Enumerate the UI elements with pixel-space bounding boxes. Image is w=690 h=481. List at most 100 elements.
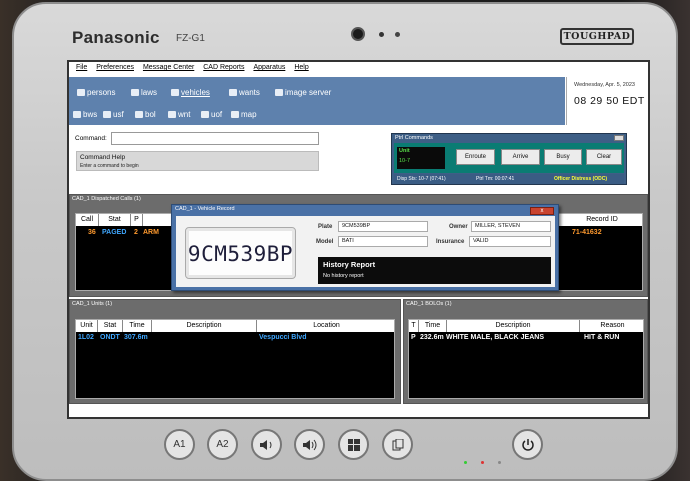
- table-header: T Time Description Reason: [409, 320, 643, 332]
- nav-wnt[interactable]: wnt: [168, 110, 190, 119]
- rotate-icon: [392, 438, 403, 451]
- col-time: Time: [123, 320, 152, 332]
- wnt-icon: [168, 111, 176, 118]
- officer-distress-button[interactable]: Officer Distress (ODC): [554, 176, 607, 182]
- unit-label: Unit: [399, 148, 410, 154]
- nav-bol[interactable]: bol: [135, 110, 156, 119]
- col-time: Time: [419, 320, 447, 332]
- vehicles-icon: [171, 89, 179, 96]
- col-unit: Unit: [76, 320, 98, 332]
- license-plate-text: 9CM539BP: [187, 242, 294, 266]
- toughpad-badge: TOUGHPAD: [560, 28, 634, 45]
- col-p: P: [131, 214, 143, 226]
- command-input[interactable]: [111, 132, 319, 145]
- a2-button[interactable]: A2: [207, 429, 238, 460]
- wireless-led-icon: [498, 461, 501, 464]
- volume-down-button[interactable]: [251, 429, 282, 460]
- table-header: Unit Stat Time Description Location: [76, 320, 394, 332]
- laws-icon: [131, 89, 139, 96]
- vehicle-record-window: CAD_1 - Vehicle Record x 9CM539BP Plate …: [171, 204, 559, 291]
- battery-led-icon: [464, 461, 467, 464]
- rotate-button[interactable]: [382, 429, 413, 460]
- vehicle-record-title: CAD_1 - Vehicle Record: [175, 206, 235, 212]
- power-button[interactable]: [512, 429, 543, 460]
- brand-logo: Panasonic: [72, 28, 160, 47]
- bol-icon: [135, 111, 143, 118]
- close-button[interactable]: x: [530, 207, 554, 215]
- units-table: Unit Stat Time Description Location 1L02…: [75, 319, 395, 399]
- table-row[interactable]: 1L02 ONDT 307.6m Vespucci Blvd: [76, 333, 394, 344]
- units-panel: CAD_1 Units (1) Unit Stat Time Descripti…: [69, 299, 401, 404]
- drive-led-icon: [481, 461, 484, 464]
- patrol-commands-window: Ptrl Commands Unit 10-7 Enroute Arrive B…: [391, 133, 627, 185]
- nav-map[interactable]: map: [231, 110, 257, 119]
- dispatched-calls-title: CAD_1 Dispatched Calls (1): [72, 196, 141, 202]
- menu-message-center[interactable]: Message Center: [143, 64, 194, 71]
- model-field[interactable]: BATI: [338, 236, 428, 247]
- nav-image-server[interactable]: image server: [275, 88, 331, 97]
- license-plate-image: 9CM539BP: [185, 227, 296, 279]
- power-icon: [521, 439, 534, 451]
- bws-icon: [73, 111, 81, 118]
- bolo-description: WHITE MALE, BLACK JEANS: [446, 334, 544, 341]
- enroute-button[interactable]: Enroute: [456, 149, 495, 165]
- model-field-label: Model: [316, 239, 334, 245]
- map-icon: [231, 111, 239, 118]
- call-priority: 2: [134, 229, 138, 236]
- plate-field[interactable]: 9CM539BP: [338, 221, 428, 232]
- col-t: T: [409, 320, 419, 332]
- units-title: CAD_1 Units (1): [72, 301, 113, 307]
- table-row[interactable]: P 232.6m WHITE MALE, BLACK JEANS HIT & R…: [409, 333, 643, 344]
- menu-bar: File Preferences Message Center CAD Repo…: [69, 64, 648, 78]
- col-description: Description: [152, 320, 257, 332]
- menu-apparatus[interactable]: Apparatus: [253, 64, 285, 71]
- col-stat: Stat: [99, 214, 131, 226]
- patrol-commands-body: Unit 10-7 Enroute Arrive Busy Clear: [394, 143, 624, 173]
- bolo-reason: HIT & RUN: [584, 334, 620, 341]
- nav-bws[interactable]: bws: [73, 110, 97, 119]
- date-text: Wednesday, Apr. 5, 2023: [574, 82, 635, 88]
- record-id: 71-41632: [572, 229, 602, 236]
- plate-label: Plate: [318, 224, 333, 230]
- menu-help[interactable]: Help: [294, 64, 308, 71]
- persons-icon: [77, 89, 85, 96]
- arrive-button[interactable]: Arrive: [501, 149, 540, 165]
- nav-wants[interactable]: wants: [229, 88, 260, 97]
- history-report-title: History Report: [323, 260, 376, 269]
- menu-preferences[interactable]: Preferences: [96, 64, 134, 71]
- windows-button[interactable]: [338, 429, 369, 460]
- a1-button[interactable]: A1: [164, 429, 195, 460]
- command-help-title: Command Help: [80, 154, 126, 161]
- model-label: FZ-G1: [176, 33, 205, 44]
- patrol-commands-title: Ptrl Commands: [395, 135, 433, 141]
- unit-time: 307.6m: [124, 334, 148, 341]
- insurance-field[interactable]: VALID: [469, 236, 551, 247]
- screen: File Preferences Message Center CAD Repo…: [67, 60, 650, 419]
- nav-usf[interactable]: usf: [103, 110, 124, 119]
- time-text: 08 29 50 EDT: [574, 95, 645, 107]
- minimize-button[interactable]: [614, 135, 624, 141]
- col-location: Location: [313, 322, 340, 329]
- unit-status: 10-7: [399, 158, 411, 164]
- vehicle-record-body: 9CM539BP Plate 9CM539BP Model BATI Owner…: [176, 216, 555, 287]
- nav-uof[interactable]: uof: [201, 110, 222, 119]
- clear-button[interactable]: Clear: [586, 149, 622, 165]
- sensor-icon: [379, 32, 384, 37]
- busy-button[interactable]: Busy: [544, 149, 582, 165]
- wants-icon: [229, 89, 237, 96]
- menu-cad-reports[interactable]: CAD Reports: [203, 64, 244, 71]
- nav-vehicles[interactable]: vehicles: [171, 88, 210, 97]
- command-label: Command:: [75, 135, 107, 142]
- bolo-time: 232.6m: [420, 334, 444, 341]
- owner-field[interactable]: MILLER, STEVEN: [471, 221, 551, 232]
- nav-laws[interactable]: laws: [131, 88, 157, 97]
- patrol-status-bar: Disp Sts: 10-7 (07:41) Ptrl Tm: 00:07:41…: [394, 174, 624, 184]
- col-stat: Stat: [98, 320, 123, 332]
- owner-label: Owner: [449, 224, 468, 230]
- menu-file[interactable]: File: [76, 64, 87, 71]
- col-record-id: Record ID: [586, 216, 618, 223]
- volume-up-button[interactable]: [294, 429, 325, 460]
- command-help: Command Help Enter a command to begin: [76, 151, 319, 171]
- bolos-table: T Time Description Reason P 232.6m WHITE…: [408, 319, 644, 399]
- nav-persons[interactable]: persons: [77, 88, 115, 97]
